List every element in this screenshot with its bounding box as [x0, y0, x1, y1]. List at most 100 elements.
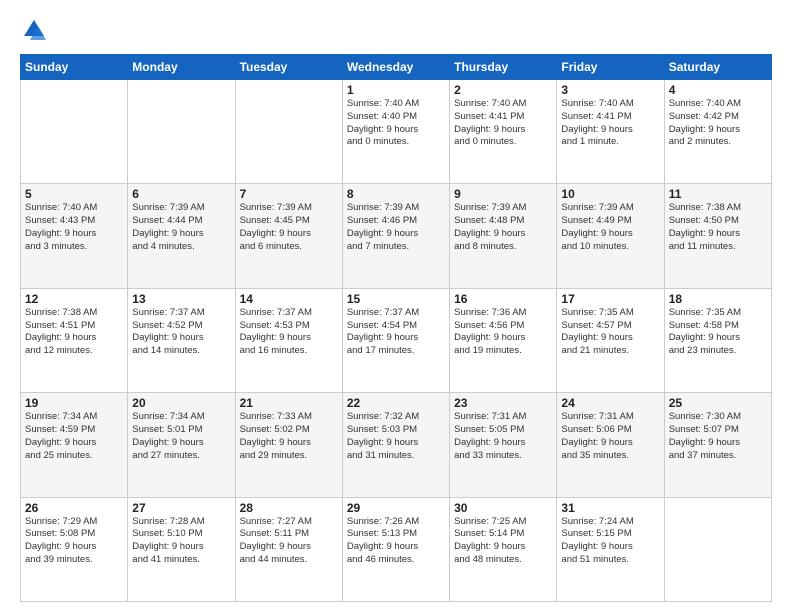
day-info: Sunrise: 7:34 AM Sunset: 5:01 PM Dayligh…: [132, 411, 230, 462]
calendar-day-cell: 29Sunrise: 7:26 AM Sunset: 5:13 PM Dayli…: [342, 497, 449, 601]
weekday-header: Friday: [557, 55, 664, 80]
logo: [20, 16, 52, 44]
day-number: 25: [669, 396, 767, 410]
day-info: Sunrise: 7:37 AM Sunset: 4:53 PM Dayligh…: [240, 307, 338, 358]
day-number: 28: [240, 501, 338, 515]
calendar-day-cell: 3Sunrise: 7:40 AM Sunset: 4:41 PM Daylig…: [557, 80, 664, 184]
day-info: Sunrise: 7:37 AM Sunset: 4:54 PM Dayligh…: [347, 307, 445, 358]
calendar-day-cell: 6Sunrise: 7:39 AM Sunset: 4:44 PM Daylig…: [128, 184, 235, 288]
day-number: 16: [454, 292, 552, 306]
day-info: Sunrise: 7:38 AM Sunset: 4:51 PM Dayligh…: [25, 307, 123, 358]
day-info: Sunrise: 7:27 AM Sunset: 5:11 PM Dayligh…: [240, 516, 338, 567]
day-info: Sunrise: 7:34 AM Sunset: 4:59 PM Dayligh…: [25, 411, 123, 462]
calendar-day-cell: 8Sunrise: 7:39 AM Sunset: 4:46 PM Daylig…: [342, 184, 449, 288]
calendar-week-row: 5Sunrise: 7:40 AM Sunset: 4:43 PM Daylig…: [21, 184, 772, 288]
calendar-day-cell: 9Sunrise: 7:39 AM Sunset: 4:48 PM Daylig…: [450, 184, 557, 288]
day-info: Sunrise: 7:39 AM Sunset: 4:44 PM Dayligh…: [132, 202, 230, 253]
logo-icon: [20, 16, 48, 44]
day-number: 22: [347, 396, 445, 410]
day-number: 7: [240, 187, 338, 201]
calendar-day-cell: 16Sunrise: 7:36 AM Sunset: 4:56 PM Dayli…: [450, 288, 557, 392]
day-number: 1: [347, 83, 445, 97]
day-number: 2: [454, 83, 552, 97]
day-info: Sunrise: 7:28 AM Sunset: 5:10 PM Dayligh…: [132, 516, 230, 567]
calendar-day-cell: 14Sunrise: 7:37 AM Sunset: 4:53 PM Dayli…: [235, 288, 342, 392]
calendar-day-cell: 1Sunrise: 7:40 AM Sunset: 4:40 PM Daylig…: [342, 80, 449, 184]
day-number: 14: [240, 292, 338, 306]
day-info: Sunrise: 7:29 AM Sunset: 5:08 PM Dayligh…: [25, 516, 123, 567]
day-info: Sunrise: 7:39 AM Sunset: 4:48 PM Dayligh…: [454, 202, 552, 253]
calendar-day-cell: 12Sunrise: 7:38 AM Sunset: 4:51 PM Dayli…: [21, 288, 128, 392]
day-number: 5: [25, 187, 123, 201]
day-info: Sunrise: 7:39 AM Sunset: 4:46 PM Dayligh…: [347, 202, 445, 253]
weekday-header: Wednesday: [342, 55, 449, 80]
day-info: Sunrise: 7:26 AM Sunset: 5:13 PM Dayligh…: [347, 516, 445, 567]
calendar-day-cell: [128, 80, 235, 184]
day-info: Sunrise: 7:31 AM Sunset: 5:06 PM Dayligh…: [561, 411, 659, 462]
calendar-day-cell: 11Sunrise: 7:38 AM Sunset: 4:50 PM Dayli…: [664, 184, 771, 288]
calendar-day-cell: 21Sunrise: 7:33 AM Sunset: 5:02 PM Dayli…: [235, 393, 342, 497]
weekday-header: Sunday: [21, 55, 128, 80]
calendar-day-cell: 20Sunrise: 7:34 AM Sunset: 5:01 PM Dayli…: [128, 393, 235, 497]
day-info: Sunrise: 7:40 AM Sunset: 4:40 PM Dayligh…: [347, 98, 445, 149]
calendar-day-cell: 31Sunrise: 7:24 AM Sunset: 5:15 PM Dayli…: [557, 497, 664, 601]
day-number: 10: [561, 187, 659, 201]
page: SundayMondayTuesdayWednesdayThursdayFrid…: [0, 0, 792, 612]
calendar-body: 1Sunrise: 7:40 AM Sunset: 4:40 PM Daylig…: [21, 80, 772, 602]
day-number: 8: [347, 187, 445, 201]
day-number: 4: [669, 83, 767, 97]
calendar-day-cell: 15Sunrise: 7:37 AM Sunset: 4:54 PM Dayli…: [342, 288, 449, 392]
day-info: Sunrise: 7:35 AM Sunset: 4:58 PM Dayligh…: [669, 307, 767, 358]
weekday-header-row: SundayMondayTuesdayWednesdayThursdayFrid…: [21, 55, 772, 80]
calendar-day-cell: 22Sunrise: 7:32 AM Sunset: 5:03 PM Dayli…: [342, 393, 449, 497]
day-info: Sunrise: 7:39 AM Sunset: 4:45 PM Dayligh…: [240, 202, 338, 253]
calendar-day-cell: [21, 80, 128, 184]
day-info: Sunrise: 7:24 AM Sunset: 5:15 PM Dayligh…: [561, 516, 659, 567]
day-info: Sunrise: 7:40 AM Sunset: 4:41 PM Dayligh…: [454, 98, 552, 149]
calendar-day-cell: 26Sunrise: 7:29 AM Sunset: 5:08 PM Dayli…: [21, 497, 128, 601]
day-info: Sunrise: 7:38 AM Sunset: 4:50 PM Dayligh…: [669, 202, 767, 253]
calendar-day-cell: 18Sunrise: 7:35 AM Sunset: 4:58 PM Dayli…: [664, 288, 771, 392]
weekday-header: Thursday: [450, 55, 557, 80]
day-number: 26: [25, 501, 123, 515]
calendar-day-cell: 17Sunrise: 7:35 AM Sunset: 4:57 PM Dayli…: [557, 288, 664, 392]
day-number: 29: [347, 501, 445, 515]
day-number: 9: [454, 187, 552, 201]
day-number: 11: [669, 187, 767, 201]
day-info: Sunrise: 7:40 AM Sunset: 4:42 PM Dayligh…: [669, 98, 767, 149]
calendar-week-row: 1Sunrise: 7:40 AM Sunset: 4:40 PM Daylig…: [21, 80, 772, 184]
calendar-week-row: 26Sunrise: 7:29 AM Sunset: 5:08 PM Dayli…: [21, 497, 772, 601]
calendar-day-cell: 19Sunrise: 7:34 AM Sunset: 4:59 PM Dayli…: [21, 393, 128, 497]
day-info: Sunrise: 7:25 AM Sunset: 5:14 PM Dayligh…: [454, 516, 552, 567]
day-number: 21: [240, 396, 338, 410]
day-number: 30: [454, 501, 552, 515]
day-number: 31: [561, 501, 659, 515]
calendar-day-cell: 4Sunrise: 7:40 AM Sunset: 4:42 PM Daylig…: [664, 80, 771, 184]
day-number: 17: [561, 292, 659, 306]
calendar-day-cell: 2Sunrise: 7:40 AM Sunset: 4:41 PM Daylig…: [450, 80, 557, 184]
day-number: 12: [25, 292, 123, 306]
day-info: Sunrise: 7:35 AM Sunset: 4:57 PM Dayligh…: [561, 307, 659, 358]
day-info: Sunrise: 7:40 AM Sunset: 4:43 PM Dayligh…: [25, 202, 123, 253]
calendar-day-cell: 30Sunrise: 7:25 AM Sunset: 5:14 PM Dayli…: [450, 497, 557, 601]
calendar-day-cell: 24Sunrise: 7:31 AM Sunset: 5:06 PM Dayli…: [557, 393, 664, 497]
day-number: 19: [25, 396, 123, 410]
day-number: 13: [132, 292, 230, 306]
day-number: 6: [132, 187, 230, 201]
day-info: Sunrise: 7:32 AM Sunset: 5:03 PM Dayligh…: [347, 411, 445, 462]
day-number: 15: [347, 292, 445, 306]
day-info: Sunrise: 7:31 AM Sunset: 5:05 PM Dayligh…: [454, 411, 552, 462]
day-info: Sunrise: 7:30 AM Sunset: 5:07 PM Dayligh…: [669, 411, 767, 462]
weekday-header: Saturday: [664, 55, 771, 80]
calendar-day-cell: 28Sunrise: 7:27 AM Sunset: 5:11 PM Dayli…: [235, 497, 342, 601]
calendar-day-cell: 7Sunrise: 7:39 AM Sunset: 4:45 PM Daylig…: [235, 184, 342, 288]
calendar-day-cell: 13Sunrise: 7:37 AM Sunset: 4:52 PM Dayli…: [128, 288, 235, 392]
calendar-table: SundayMondayTuesdayWednesdayThursdayFrid…: [20, 54, 772, 602]
day-info: Sunrise: 7:36 AM Sunset: 4:56 PM Dayligh…: [454, 307, 552, 358]
day-number: 23: [454, 396, 552, 410]
day-number: 3: [561, 83, 659, 97]
weekday-header: Tuesday: [235, 55, 342, 80]
day-info: Sunrise: 7:37 AM Sunset: 4:52 PM Dayligh…: [132, 307, 230, 358]
calendar-day-cell: 23Sunrise: 7:31 AM Sunset: 5:05 PM Dayli…: [450, 393, 557, 497]
day-number: 20: [132, 396, 230, 410]
